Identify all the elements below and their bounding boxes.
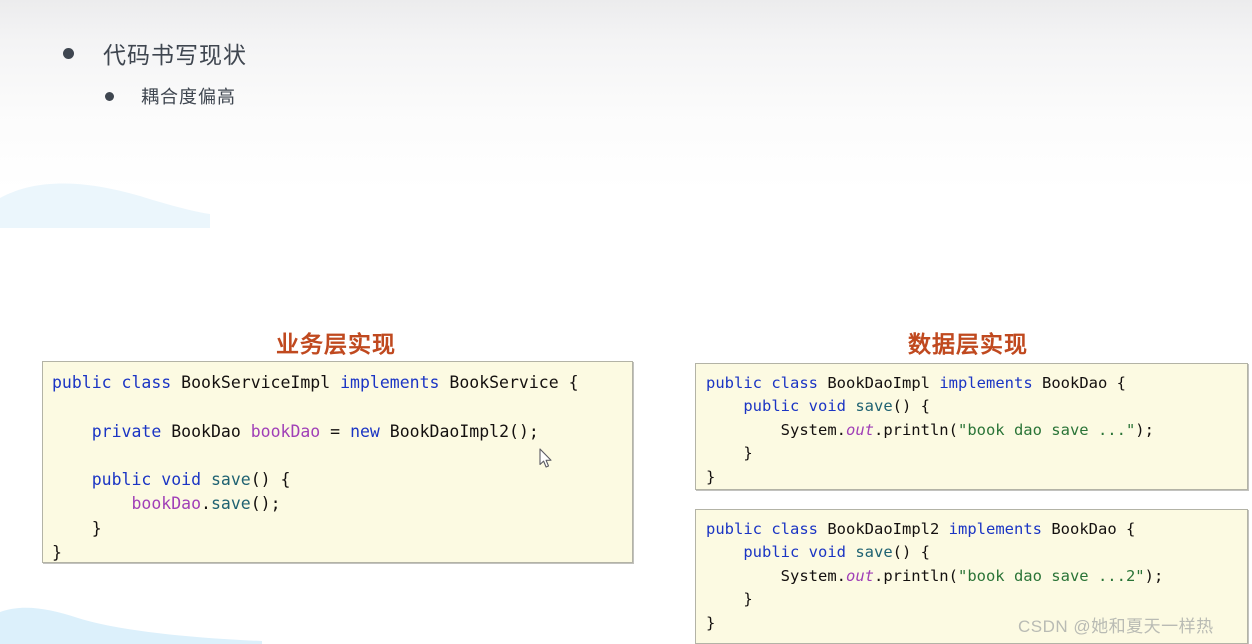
code-token: BookService { (439, 373, 579, 392)
code-token: } (706, 467, 716, 486)
code-line: public class BookDaoImpl2 implements Boo… (706, 518, 1247, 541)
code-token: BookDaoImpl2(); (379, 421, 539, 441)
code-token: save (855, 543, 893, 562)
bullet-dot-icon (105, 91, 114, 101)
code-line: System.out.println("book dao save ...2")… (706, 565, 1247, 588)
outline-item-level2: 耦合度偏高 (105, 83, 247, 109)
code-token: class (771, 374, 819, 392)
slide-outline: 代码书写现状 耦合度偏高 (0, 0, 247, 109)
code-block-book-dao-impl: public class BookDaoImpl implements Book… (695, 363, 1248, 490)
code-token: BookDaoImpl (818, 374, 940, 392)
code-token: BookServiceImpl (171, 373, 341, 392)
code-token: public (743, 543, 800, 562)
code-token: public (52, 373, 112, 392)
code-block-book-service-impl: public class BookServiceImpl implements … (42, 361, 633, 563)
code-token: class (771, 520, 819, 538)
code-token: BookDao { (1042, 520, 1136, 538)
code-token: save (855, 397, 893, 416)
code-token: "book dao save ..." (957, 420, 1136, 439)
code-line: public void save() { (706, 541, 1247, 564)
heading-data-layer: 数据层实现 (908, 331, 1028, 357)
code-token: .println( (873, 420, 958, 439)
code-token: public (91, 470, 152, 490)
csdn-watermark: CSDN @她和夏天一样热 (1018, 617, 1214, 636)
code-token: System. (706, 566, 846, 585)
code-token: (); (250, 494, 281, 514)
code-token: } (706, 613, 716, 632)
code-token: } (706, 444, 753, 463)
code-line: } (52, 517, 632, 541)
code-line: public class BookServiceImpl implements … (52, 371, 632, 395)
heading-service-layer: 业务层实现 (276, 331, 396, 357)
code-token: ); (1135, 420, 1154, 439)
code-token: } (52, 543, 62, 563)
code-line: System.out.println("book dao save ..."); (706, 419, 1247, 442)
code-token: save (210, 470, 251, 490)
code-token: public (743, 397, 800, 416)
code-token: implements (948, 520, 1042, 538)
code-token: System. (706, 420, 846, 439)
code-line: public void save() { (706, 395, 1247, 418)
code-line: } (52, 541, 632, 563)
code-line: } (706, 466, 1247, 489)
code-token: class (121, 373, 172, 392)
code-line: private BookDao bookDao = new BookDaoImp… (52, 420, 632, 444)
code-token: void (161, 470, 202, 490)
code-line: public class BookDaoImpl implements Book… (706, 372, 1247, 395)
code-token: public (706, 374, 762, 392)
code-token: bookDao (131, 494, 202, 514)
code-token: implements (939, 374, 1033, 392)
code-line: } (706, 588, 1247, 611)
code-token: bookDao (250, 421, 321, 441)
code-token: ); (1144, 566, 1164, 585)
code-token: public (706, 520, 762, 538)
code-token: () { (892, 543, 930, 562)
outline-item-label: 代码书写现状 (103, 42, 247, 68)
outline-item-level1: 代码书写现状 (63, 36, 247, 70)
code-line: } (706, 442, 1247, 465)
code-token: } (52, 518, 102, 538)
outline-item-label: 耦合度偏高 (141, 87, 236, 107)
code-token: private (91, 421, 162, 441)
code-token: () { (250, 470, 291, 490)
code-line: public void save() { (52, 468, 632, 492)
code-line: bookDao.save(); (52, 492, 632, 516)
code-token: . (201, 494, 211, 514)
code-token: BookDao { (1032, 374, 1126, 392)
code-token: new (350, 421, 380, 441)
bullet-dot-icon (63, 47, 74, 59)
code-token: BookDao (161, 421, 251, 441)
code-token: () { (892, 397, 930, 416)
code-token: implements (340, 373, 440, 392)
code-token: BookDaoImpl2 (818, 520, 949, 538)
code-token: "book dao save ...2" (957, 566, 1145, 585)
code-token: = (320, 421, 351, 441)
code-token: out (845, 420, 874, 439)
code-token: void (808, 397, 846, 416)
code-token: out (845, 566, 874, 585)
code-token: void (808, 543, 846, 562)
code-token: } (706, 590, 753, 609)
code-token: .println( (873, 566, 958, 585)
code-token: save (210, 494, 251, 514)
